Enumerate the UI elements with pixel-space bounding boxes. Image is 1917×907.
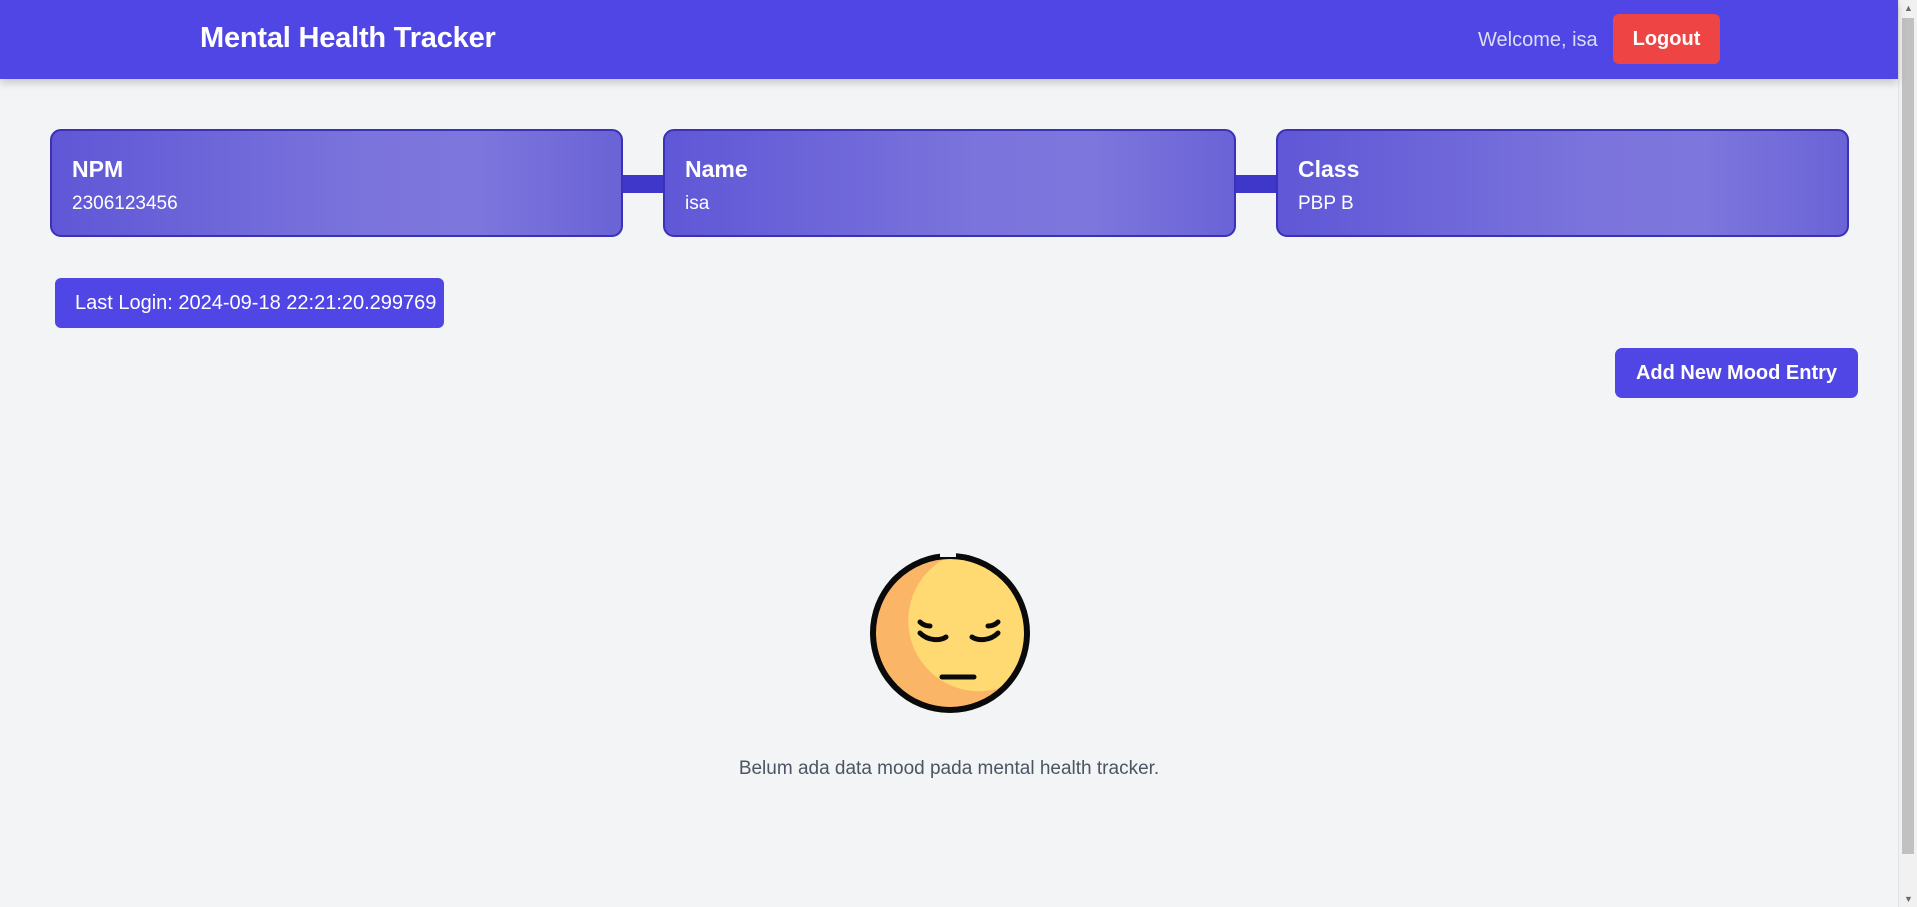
scroll-down-icon[interactable]: ▼: [1899, 891, 1917, 907]
card-connector: [1234, 175, 1279, 193]
name-label: Name: [685, 156, 748, 182]
class-label: Class: [1298, 156, 1360, 182]
app-title[interactable]: Mental Health Tracker: [200, 22, 496, 55]
scrollbar-thumb[interactable]: [1902, 18, 1914, 854]
name-value: isa: [685, 193, 710, 214]
scroll-up-icon[interactable]: ▲: [1899, 0, 1917, 16]
vertical-scrollbar[interactable]: ▲ ▼: [1898, 0, 1917, 907]
npm-card: NPM 2306123456: [50, 129, 623, 237]
class-value: PBP B: [1298, 193, 1354, 214]
npm-label: NPM: [72, 156, 124, 182]
sad-face-icon: [870, 551, 1030, 713]
name-card: Name isa: [663, 129, 1236, 237]
navbar: Mental Health Tracker Welcome, isa Logou…: [0, 0, 1898, 79]
card-connector: [621, 175, 666, 193]
empty-state-message: Belum ada data mood pada mental health t…: [738, 758, 1160, 779]
welcome-text: Welcome, isa: [1478, 29, 1598, 51]
last-login-badge: Last Login: 2024-09-18 22:21:20.299769: [55, 278, 444, 328]
class-card: Class PBP B: [1276, 129, 1849, 237]
add-mood-entry-button[interactable]: Add New Mood Entry: [1615, 348, 1858, 398]
logout-button[interactable]: Logout: [1613, 14, 1720, 64]
page: Mental Health Tracker Welcome, isa Logou…: [0, 0, 1917, 907]
npm-value: 2306123456: [72, 193, 178, 214]
